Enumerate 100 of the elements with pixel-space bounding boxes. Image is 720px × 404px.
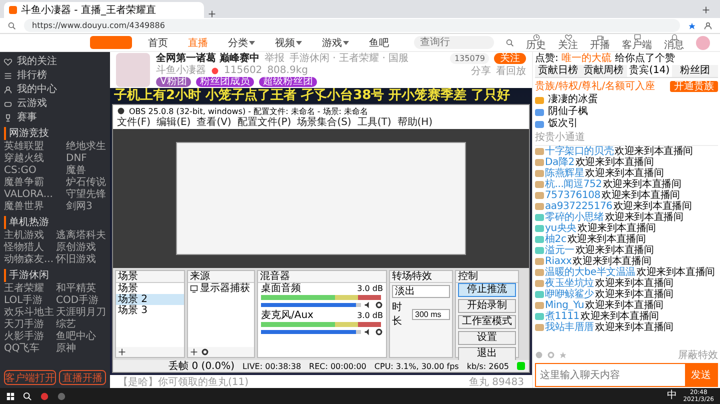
category-link[interactable]: 欢乐斗地主 <box>4 307 54 319</box>
duration-field[interactable]: 300 ms <box>412 308 450 320</box>
sidebar-link[interactable]: 排行榜 <box>4 69 106 82</box>
site-logo[interactable] <box>90 36 132 49</box>
category-link[interactable]: 剑网3 <box>66 201 106 213</box>
chat-user[interactable]: Riaxx <box>545 256 572 267</box>
header-action[interactable]: 关注 <box>558 34 578 51</box>
category-link[interactable]: 怀旧游戏 <box>56 254 106 266</box>
menu-item[interactable]: 配置文件(P) <box>237 117 292 129</box>
address-bar[interactable]: https://www.douyu.com/4349886 <box>24 19 680 32</box>
category-link[interactable]: CS:GO <box>4 165 53 177</box>
star-icon <box>688 22 696 30</box>
chat-user[interactable]: 夜玉坐坑垃 <box>545 278 594 289</box>
chat-user[interactable]: 陈燕辉星 <box>545 168 584 179</box>
category-link[interactable]: DNF <box>66 153 106 165</box>
category-link[interactable]: QQ飞车 <box>4 343 54 355</box>
category-link[interactable]: 王者荣耀 <box>4 283 54 295</box>
scene-item[interactable]: 场景 <box>116 283 184 294</box>
browser-tab[interactable]: 斗鱼小凄器 - 直播_王者荣耀直 <box>4 2 204 18</box>
source-item[interactable]: 显示器捕获 <box>188 283 254 294</box>
chat-user[interactable]: 零碎的小思绪 <box>545 212 604 223</box>
chat-user[interactable]: yu央央 <box>545 223 576 234</box>
search-field[interactable]: 查询行 <box>414 36 494 49</box>
nav-link[interactable]: 鱼吧 <box>365 36 393 50</box>
menu-item[interactable]: 编辑(E) <box>156 117 191 129</box>
sidebar-button[interactable]: 直播开播 <box>59 370 106 385</box>
scene-item[interactable]: 场景 3 <box>116 305 184 316</box>
chat-tab[interactable]: 贵宾(14) <box>626 65 672 78</box>
category-link[interactable]: 原创游戏 <box>56 242 106 254</box>
category-link[interactable]: 鱼吧中心 <box>56 331 106 343</box>
video-subtitle: 子机上有2小时 小笼子点了王者 孑孓小台38号 开小笼赛季差 了只好 <box>114 88 512 104</box>
chat-user[interactable]: 咿咿鲸鲨少 <box>545 289 594 300</box>
nav-link[interactable]: 首页 <box>144 36 172 50</box>
user-icon <box>4 86 12 94</box>
chat-user[interactable]: Ming_Yu <box>545 300 584 311</box>
category-link[interactable]: 魔兽争霸 <box>4 177 53 189</box>
chat-message: 欢迎来到本直播间 <box>601 190 680 201</box>
category-link[interactable]: 综艺 <box>56 319 106 331</box>
scene-item[interactable]: 场景 2 <box>116 294 184 305</box>
chat-message: 欢迎来到本直播间 <box>585 168 664 179</box>
header-action[interactable]: 历史 <box>526 34 546 51</box>
chat-user[interactable]: 溢元一 <box>545 245 574 256</box>
chat-tab[interactable]: 粉丝团 <box>672 65 718 78</box>
category-link[interactable]: 魔兽世界 <box>4 201 53 213</box>
category-link[interactable]: 穿越火线 <box>4 153 53 165</box>
nav-link[interactable]: 视频 <box>271 36 306 50</box>
user-avatar[interactable] <box>696 36 710 50</box>
control-button[interactable]: 退出 <box>458 347 516 361</box>
menu-item[interactable]: 文件(F) <box>117 117 151 129</box>
sidebar-link[interactable]: 云游戏 <box>4 97 106 110</box>
category-link[interactable]: 怪物猎人 <box>4 242 54 254</box>
chat-user[interactable]: 757376108 <box>545 190 600 201</box>
transition-select[interactable]: 淡出 <box>392 285 450 298</box>
chat-user[interactable]: 十字架口的贝壳 <box>545 146 614 157</box>
chat-user[interactable]: 煮1111 <box>545 311 580 322</box>
category-link[interactable]: 天涯明月刀 <box>56 307 106 319</box>
control-button[interactable]: 设置 <box>458 331 516 345</box>
menu-item[interactable]: 帮助(H) <box>397 117 433 129</box>
chat-tab[interactable]: 贡献周榜 <box>580 65 626 78</box>
category-link[interactable]: LOL手游 <box>4 295 54 307</box>
category-link[interactable]: VALORA... <box>4 189 53 201</box>
ime-indicator[interactable]: 中 <box>667 391 678 401</box>
anchor-name: 斗鱼小凄器 <box>156 65 206 76</box>
control-button[interactable]: 工作室模式 <box>458 315 516 329</box>
sidebar-link[interactable]: 我的中心 <box>4 83 106 96</box>
menu-item[interactable]: 场景集合(S) <box>297 117 352 129</box>
chat-user[interactable]: Da降2 <box>545 157 574 168</box>
chat-user[interactable]: 柚2c <box>545 234 566 245</box>
category-link[interactable]: 主机游戏 <box>4 230 54 242</box>
control-button[interactable]: 开始录制 <box>458 299 516 313</box>
nav-link[interactable]: 分类 <box>224 36 259 50</box>
chat-user[interactable]: 杭...闻逗752 <box>545 179 602 190</box>
category-link[interactable]: 天刀手游 <box>4 319 54 331</box>
category-link[interactable]: 和平精英 <box>56 283 106 295</box>
category-link[interactable]: 魔兽 <box>66 165 106 177</box>
category-link[interactable]: 炉石传说 <box>66 177 106 189</box>
sidebar-link[interactable]: 赛事 <box>4 111 106 124</box>
sidebar-link[interactable]: 我的关注 <box>4 55 106 68</box>
chat-tab[interactable]: 贡献日榜 <box>535 65 581 78</box>
volume-fill[interactable] <box>261 330 356 334</box>
category-link[interactable]: 火影手游 <box>4 331 54 343</box>
header-action[interactable]: 开播 <box>590 34 610 51</box>
category-link[interactable]: 原神 <box>56 343 106 355</box>
category-link[interactable]: 动物森友... <box>4 254 54 266</box>
category-link[interactable]: COD手游 <box>56 295 106 307</box>
category-link[interactable]: 绝地求生 <box>66 141 106 153</box>
header-action[interactable]: 消息 <box>664 34 684 51</box>
chat-user[interactable]: aa937225176 <box>545 201 612 212</box>
menu-item[interactable]: 查看(V) <box>196 117 232 129</box>
control-button[interactable]: 停止推流 <box>458 283 516 297</box>
category-link[interactable]: 逃离塔科夫 <box>56 230 106 242</box>
chat-user[interactable]: 温暖的大be半文温温 <box>545 267 636 278</box>
header-action[interactable]: 客户端 <box>622 34 652 51</box>
category-link[interactable]: 守望先锋 <box>66 189 106 201</box>
nav-link[interactable]: 游戏 <box>318 36 353 50</box>
menu-item[interactable]: 工具(T) <box>357 117 392 129</box>
chat-user[interactable]: 我站丰厝厝 <box>545 322 594 333</box>
category-link[interactable]: 英雄联盟 <box>4 141 53 153</box>
volume-fill[interactable] <box>261 303 356 307</box>
sidebar-button[interactable]: 客户端打开 <box>4 370 56 385</box>
